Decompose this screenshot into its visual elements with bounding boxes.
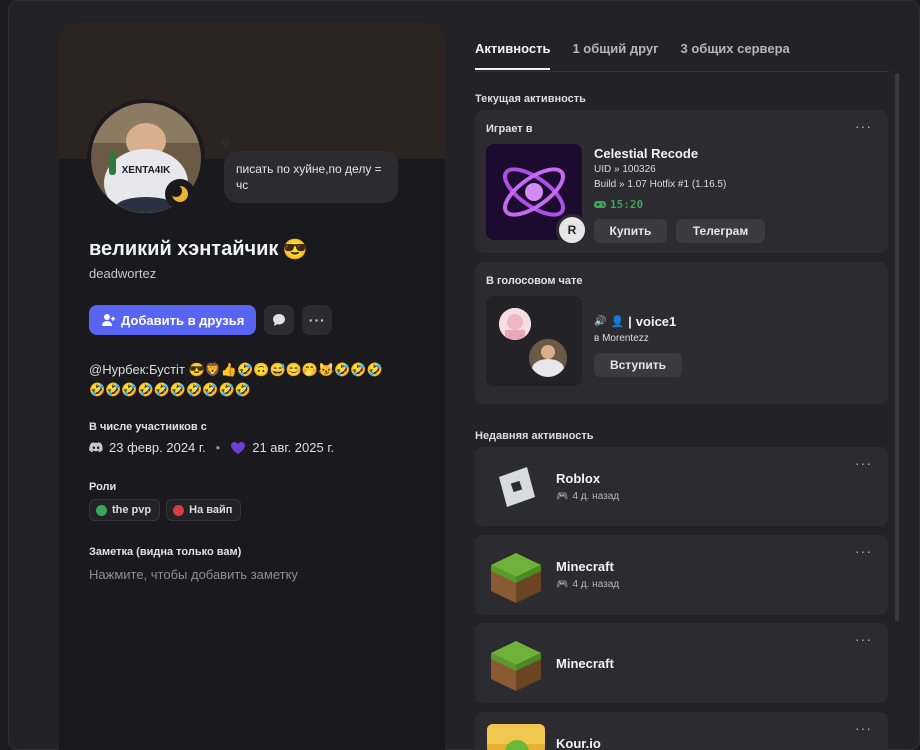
profile-actions: Добавить в друзья ···	[89, 305, 333, 335]
role-name: На вайп	[189, 504, 233, 516]
member-since-title: В числе участников с	[89, 421, 207, 433]
display-name: великий хэнтайчик 😎	[89, 237, 307, 262]
add-friend-button[interactable]: Добавить в друзья	[89, 305, 257, 335]
server-join-date: 21 авг. 2025 г.	[252, 440, 335, 455]
tab-mutual-friends[interactable]: 1 общий друг	[572, 41, 658, 70]
role-name: the pvp	[112, 504, 152, 516]
tab-activity[interactable]: Активность	[475, 41, 551, 70]
playing-card: Играет в ··· R Celestial Recode UID » 10…	[475, 110, 888, 253]
activity-menu-icon[interactable]: ···	[855, 118, 872, 134]
recent-menu-icon[interactable]: ···	[855, 720, 872, 736]
svg-text:XENTA4IK: XENTA4IK	[122, 165, 171, 176]
voice-participants	[486, 296, 582, 386]
profile-panel: XENTA4IK писать по хуйне,по делу = чс ве…	[59, 23, 445, 750]
note-title: Заметка (видна только вам)	[89, 546, 242, 558]
elapsed-time-text: 15:20	[610, 198, 644, 211]
recent-time: 🎮 4 д. назад	[556, 491, 619, 502]
recent-title: Roblox	[556, 471, 601, 486]
user-lock-icon: 👤	[610, 316, 625, 328]
voice-server-name: в Morentezz	[594, 333, 649, 344]
roles-list: the pvp На вайп	[89, 499, 242, 521]
telegram-button[interactable]: Телеграм	[676, 219, 765, 243]
recent-time-text: 4 д. назад	[572, 491, 620, 502]
voice-channel: 🔊 👤 | voice1	[594, 314, 676, 329]
gamepad-icon	[594, 201, 606, 208]
voice-header: В голосовом чате	[486, 275, 583, 287]
add-friend-label: Добавить в друзья	[121, 312, 245, 328]
display-name-text: великий хэнтайчик	[89, 238, 279, 260]
game-build: Build » 1.07 Hotfix #1 (1.16.5)	[594, 179, 727, 190]
game-uid: UID » 100326	[594, 164, 656, 175]
recent-menu-icon[interactable]: ···	[855, 455, 872, 471]
voice-avatar[interactable]	[526, 336, 570, 380]
speaker-icon: 🔊	[594, 316, 607, 327]
bio: @Нурбек:Бустiт 😎🦁👍🤣🙃😅😊🤭😼🤣🤣🤣 🤣🤣🤣🤣🤣🤣🤣🤣🤣🤣	[89, 360, 419, 400]
discord-logo-icon	[89, 442, 103, 453]
chat-bubble-icon	[273, 314, 286, 326]
role-color-dot	[173, 504, 185, 516]
recent-item[interactable]: ··· Minecraft 🎮 4 д. назад	[475, 535, 888, 615]
game-title: Celestial Recode	[594, 146, 699, 161]
current-activity-label: Текущая активность	[475, 93, 586, 105]
note-input[interactable]: Нажмите, чтобы добавить заметку	[89, 567, 298, 582]
recent-item[interactable]: ··· Kour.io	[475, 712, 888, 750]
profile-modal: XENTA4IK писать по хуйне,по делу = чс ве…	[8, 0, 920, 750]
recent-activity-label: Недавняя активность	[475, 430, 594, 442]
profile-tabs: Активность 1 общий друг 3 общих сервера	[475, 41, 790, 70]
discord-join-date: 23 февр. 2024 г.	[109, 440, 206, 455]
recent-title: Kour.io	[556, 736, 601, 750]
ellipsis-icon: ···	[308, 312, 326, 328]
buy-button[interactable]: Купить	[594, 219, 667, 243]
status-idle-icon	[165, 179, 195, 209]
recent-item[interactable]: ··· Minecraft	[475, 623, 888, 703]
role-pill[interactable]: the pvp	[89, 499, 161, 521]
message-button[interactable]	[264, 305, 295, 335]
more-options-button[interactable]: ···	[302, 305, 333, 335]
playing-header: Играет в	[486, 123, 533, 135]
username: deadwortez	[89, 266, 157, 281]
status-bubble-dot	[221, 138, 230, 147]
separator-dot: •	[215, 440, 221, 455]
recent-title: Minecraft	[556, 559, 614, 574]
role-pill[interactable]: На вайп	[166, 499, 242, 521]
pipe-separator: |	[628, 314, 632, 329]
add-user-icon	[102, 314, 115, 326]
minecraft-icon	[487, 635, 545, 693]
scrollbar[interactable]	[895, 73, 899, 621]
gamepad-icon: 🎮	[556, 579, 569, 590]
gamepad-icon: 🎮	[556, 491, 569, 502]
voice-channel-name: voice1	[635, 314, 677, 329]
member-since-row: 23 февр. 2024 г. • 21 авг. 2025 г.	[89, 440, 334, 455]
recent-item[interactable]: ··· Roblox 🎮 4 д. назад	[475, 447, 888, 526]
roblox-icon	[487, 459, 545, 517]
activity-badge-icon: R	[556, 214, 588, 246]
voice-card: В голосовом чате 🔊 👤 | voice1 в Morentez…	[475, 262, 888, 404]
recent-time-text: 4 д. назад	[572, 579, 620, 590]
sunglasses-emoji-icon: 😎	[282, 239, 308, 261]
join-voice-button[interactable]: Вступить	[594, 353, 682, 377]
recent-menu-icon[interactable]: ···	[855, 543, 872, 559]
recent-time: 🎮 4 д. назад	[556, 579, 619, 590]
custom-status-bubble: писать по хуйне,по делу = чс	[224, 151, 398, 203]
tabs-divider	[475, 71, 889, 72]
roles-title: Роли	[89, 481, 117, 493]
recent-menu-icon[interactable]: ···	[855, 631, 872, 647]
recent-title: Minecraft	[556, 656, 614, 671]
server-heart-icon	[231, 441, 246, 454]
voice-avatar[interactable]	[499, 308, 531, 340]
elapsed-time: 15:20	[594, 198, 643, 211]
bio-line-2: 🤣🤣🤣🤣🤣🤣🤣🤣🤣🤣	[89, 382, 251, 397]
activity-panel: Активность 1 общий друг 3 общих сервера …	[475, 1, 899, 750]
bio-line-1: @Нурбек:Бустiт 😎🦁👍🤣🙃😅😊🤭😼🤣🤣🤣	[89, 362, 383, 377]
kour-icon	[487, 724, 545, 750]
tab-mutual-servers[interactable]: 3 общих сервера	[681, 41, 790, 70]
role-color-dot	[96, 504, 107, 516]
minecraft-icon	[487, 547, 545, 605]
